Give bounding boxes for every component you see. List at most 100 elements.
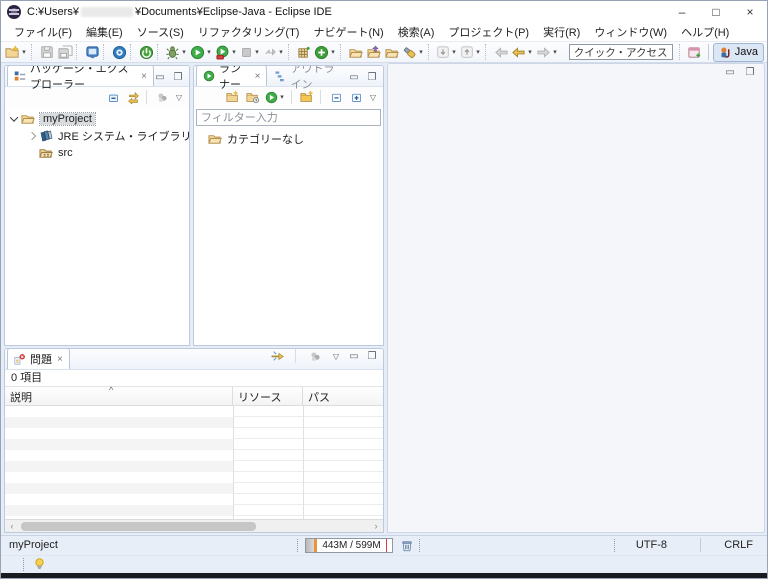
chevron-right-icon[interactable] — [27, 131, 37, 140]
link-with-editor-button[interactable] — [124, 87, 142, 107]
editor-maximize-icon[interactable]: ❐ — [744, 67, 756, 78]
filter-problems-button[interactable] — [269, 349, 287, 366]
prev-annotation-dropdown-icon[interactable]: ▾ — [474, 48, 482, 56]
menu-window[interactable]: ウィンドウ(W) — [587, 22, 674, 42]
editor-minimize-icon[interactable]: ▭ — [724, 67, 736, 78]
forward-dropdown-icon[interactable]: ▾ — [551, 48, 559, 56]
stop-dropdown-icon[interactable]: ▾ — [253, 48, 261, 56]
save-all-button[interactable] — [56, 42, 74, 62]
debug-dropdown-icon[interactable]: ▾ — [180, 48, 188, 56]
scroll-right-icon[interactable]: › — [369, 521, 383, 531]
run-selected-button[interactable]: ▾ — [264, 87, 287, 107]
expand-all-button[interactable] — [347, 87, 365, 107]
panel-minimize-icon[interactable]: ▭ — [154, 72, 166, 83]
column-description[interactable]: 説明 — [5, 387, 233, 405]
encoding-indicator[interactable]: UTF-8 — [636, 539, 667, 551]
coverage-dropdown-icon[interactable]: ▾ — [230, 48, 238, 56]
start-server-button[interactable] — [137, 42, 155, 62]
quick-access-input[interactable]: クイック・アクセス — [568, 44, 673, 60]
heap-status-widget[interactable]: 443M / 599M — [305, 538, 393, 553]
tab-close-icon[interactable]: × — [141, 71, 147, 82]
scroll-left-icon[interactable]: ‹ — [5, 521, 19, 531]
notification-button[interactable] — [31, 557, 47, 573]
panel-maximize-icon[interactable]: ❐ — [366, 72, 378, 83]
tab-close-icon[interactable]: × — [57, 354, 63, 365]
menu-refactor[interactable]: リファクタリング(T) — [191, 22, 307, 42]
coverage-button[interactable]: ▾ — [214, 42, 239, 62]
menu-file[interactable]: ファイル(F) — [7, 22, 79, 42]
next-annotation-button[interactable]: ▾ — [435, 42, 459, 62]
forward-button[interactable]: ▾ — [535, 42, 560, 62]
collapse-all-button[interactable] — [104, 87, 122, 107]
tab-runner[interactable]: ランナー × — [196, 66, 268, 91]
tab-problems[interactable]: 問題 × — [7, 349, 70, 369]
tree-row-jre[interactable]: JRE システム・ライブラリー [JavaSE-11] — [5, 127, 189, 144]
sync-button[interactable]: ▾ — [313, 42, 338, 62]
collapse-all-button[interactable] — [327, 87, 345, 107]
minimize-button[interactable]: – — [665, 1, 699, 23]
garbage-collect-button[interactable] — [399, 538, 415, 553]
settings-button[interactable] — [110, 42, 128, 62]
view-menu-icon[interactable]: ▽ — [367, 93, 379, 102]
relaunch-dropdown-icon[interactable]: ▾ — [277, 48, 285, 56]
open-perspective-button[interactable] — [686, 42, 704, 62]
new-launch-config-button[interactable] — [224, 87, 242, 107]
java-perspective-button[interactable]: Java — [712, 42, 764, 62]
filter-input[interactable] — [196, 109, 381, 126]
view-menu-icon[interactable]: ▽ — [330, 352, 342, 361]
problems-table-body[interactable] — [5, 406, 383, 519]
panel-maximize-icon[interactable]: ❐ — [366, 351, 378, 362]
group-problems-button[interactable] — [306, 349, 324, 366]
menu-search[interactable]: 検索(A) — [391, 22, 442, 42]
editor-area[interactable]: ▭ ❐ — [387, 63, 765, 533]
menu-edit[interactable]: 編集(E) — [79, 22, 130, 42]
view-menu-icon[interactable]: ▽ — [173, 93, 185, 102]
scrollbar-thumb[interactable] — [21, 521, 256, 531]
export-button[interactable] — [383, 42, 401, 62]
horizontal-scrollbar[interactable]: ‹ › — [5, 519, 383, 532]
stop-button[interactable]: ▾ — [239, 42, 262, 62]
next-annotation-dropdown-icon[interactable]: ▾ — [450, 48, 458, 56]
search-dropdown-icon[interactable]: ▾ — [417, 48, 425, 56]
tab-close-icon[interactable]: × — [255, 71, 261, 82]
save-button[interactable] — [38, 42, 56, 62]
debug-button[interactable]: ▾ — [164, 42, 189, 62]
sync-dropdown-icon[interactable]: ▾ — [329, 48, 337, 56]
run-dropdown-icon[interactable]: ▾ — [205, 48, 213, 56]
tab-package-explorer[interactable]: パッケージ・エクスプローラー × — [7, 66, 154, 91]
new-wizard-button[interactable]: ▾ — [4, 42, 29, 62]
close-button[interactable]: × — [733, 1, 767, 23]
back-dropdown-icon[interactable]: ▾ — [526, 48, 534, 56]
tree-row-project[interactable]: myProject — [5, 110, 189, 127]
column-path[interactable]: パス — [303, 387, 383, 405]
new-java-project-button[interactable] — [295, 42, 313, 62]
last-edit-location-button[interactable] — [492, 42, 510, 62]
search-button[interactable]: ▾ — [401, 42, 426, 62]
import-button[interactable] — [365, 42, 383, 62]
menu-source[interactable]: ソース(S) — [130, 22, 191, 42]
panel-minimize-icon[interactable]: ▭ — [348, 72, 360, 83]
run-button[interactable]: ▾ — [189, 42, 214, 62]
menu-run[interactable]: 実行(R) — [536, 22, 587, 42]
new-wizard-dropdown-icon[interactable]: ▾ — [20, 48, 28, 56]
prev-annotation-button[interactable]: ▾ — [459, 42, 483, 62]
chevron-down-icon[interactable] — [9, 112, 19, 122]
focus-working-set-button[interactable] — [153, 87, 171, 107]
console-view-button[interactable] — [83, 42, 101, 62]
maximize-button[interactable]: □ — [699, 1, 733, 23]
panel-maximize-icon[interactable]: ❐ — [172, 72, 184, 83]
menu-navigate[interactable]: ナビゲート(N) — [306, 22, 390, 42]
run-selected-dropdown-icon[interactable]: ▾ — [278, 93, 286, 101]
runner-category-row[interactable]: カテゴリーなし — [194, 130, 383, 147]
back-button[interactable]: ▾ — [510, 42, 535, 62]
column-resource[interactable]: リソース — [233, 387, 303, 405]
tab-outline[interactable]: アウトライン — [267, 66, 348, 91]
relaunch-button[interactable]: ▾ — [262, 42, 286, 62]
new-category-button[interactable] — [298, 87, 316, 107]
panel-minimize-icon[interactable]: ▭ — [348, 351, 360, 362]
launch-group-button[interactable] — [244, 87, 262, 107]
menu-project[interactable]: プロジェクト(P) — [441, 22, 536, 42]
menu-help[interactable]: ヘルプ(H) — [674, 22, 736, 42]
line-ending-indicator[interactable]: CRLF — [724, 539, 753, 551]
open-file-button[interactable] — [347, 42, 365, 62]
